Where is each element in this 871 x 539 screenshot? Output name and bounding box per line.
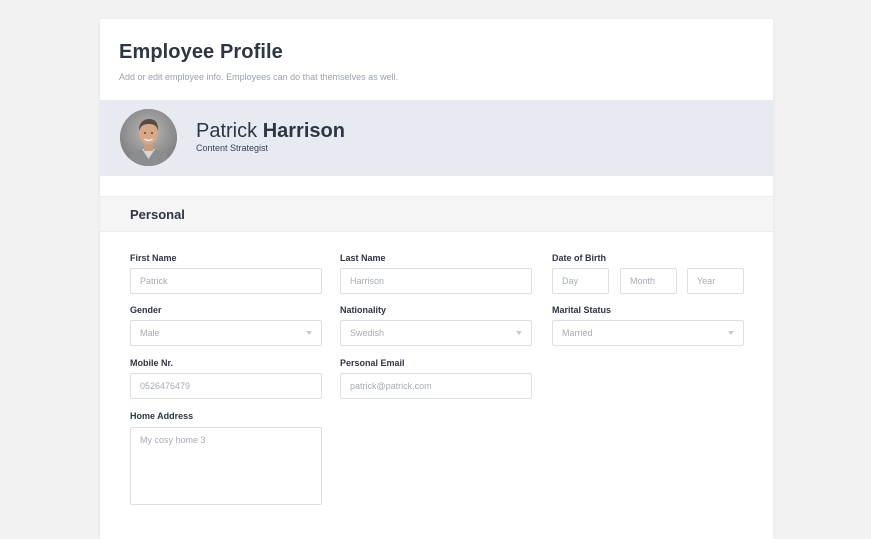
section-title: Personal xyxy=(130,207,185,222)
profile-first-name: Patrick xyxy=(196,120,258,142)
gender-select[interactable]: Male xyxy=(130,320,322,346)
first-name-label: First Name xyxy=(130,253,177,263)
nationality-select[interactable]: Swedish xyxy=(340,320,532,346)
first-name-input[interactable]: Patrick xyxy=(130,268,322,294)
home-address-label: Home Address xyxy=(130,411,194,421)
gender-label: Gender xyxy=(130,305,162,315)
profile-last-name: Harrison xyxy=(262,120,345,142)
nationality-label: Nationality xyxy=(340,305,387,315)
dob-year-input[interactable]: Year xyxy=(687,268,744,294)
chevron-down-icon xyxy=(516,331,522,335)
section-header: Personal xyxy=(100,196,773,232)
marital-status-value: Married xyxy=(562,328,593,338)
personal-email-placeholder: patrick@patrick.com xyxy=(350,381,432,391)
avatar-photo xyxy=(120,109,177,166)
dob-year-placeholder: Year xyxy=(697,276,716,286)
personal-email-label: Personal Email xyxy=(340,358,405,368)
home-address-textarea[interactable]: My cosy home 3 xyxy=(130,427,322,505)
profile-banner: Patrick Harrison Content Strategist xyxy=(100,100,773,176)
gender-value: Male xyxy=(140,328,160,338)
last-name-input[interactable]: Harrison xyxy=(340,268,532,294)
avatar[interactable] xyxy=(120,109,177,166)
dob-day-placeholder: Day xyxy=(562,276,579,286)
employee-profile-card: Employee Profile Add or edit employee in… xyxy=(100,19,773,539)
personal-email-input[interactable]: patrick@patrick.com xyxy=(340,373,532,399)
date-of-birth-label: Date of Birth xyxy=(552,253,606,263)
nationality-value: Swedish xyxy=(350,328,385,338)
page-title: Employee Profile xyxy=(119,41,283,63)
marital-status-label: Marital Status xyxy=(552,305,612,315)
last-name-label: Last Name xyxy=(340,253,386,263)
page-subtitle: Add or edit employee info. Employees can… xyxy=(119,72,399,82)
chevron-down-icon xyxy=(728,331,734,335)
dob-day-input[interactable]: Day xyxy=(552,268,609,294)
card-header: Employee Profile Add or edit employee in… xyxy=(119,41,398,82)
home-address-placeholder: My cosy home 3 xyxy=(140,435,206,445)
first-name-placeholder: Patrick xyxy=(140,276,168,286)
dob-month-input[interactable]: Month xyxy=(620,268,677,294)
mobile-input[interactable]: 0526476479 xyxy=(130,373,322,399)
profile-name: Patrick Harrison xyxy=(196,120,345,143)
chevron-down-icon xyxy=(306,331,312,335)
dob-month-placeholder: Month xyxy=(630,276,656,286)
profile-role: Content Strategist xyxy=(196,143,269,153)
mobile-placeholder: 0526476479 xyxy=(140,381,191,391)
marital-status-select[interactable]: Married xyxy=(552,320,744,346)
last-name-placeholder: Harrison xyxy=(350,276,385,286)
mobile-label: Mobile Nr. xyxy=(130,358,174,368)
